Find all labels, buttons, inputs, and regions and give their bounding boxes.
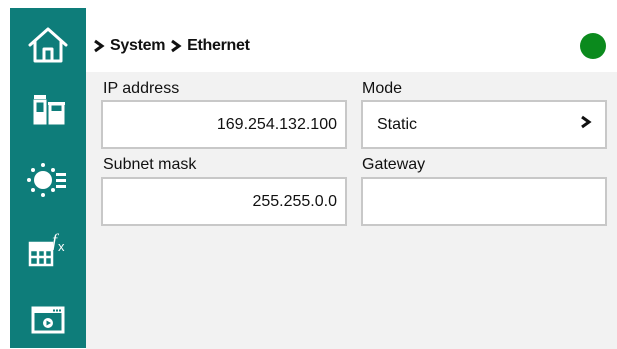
sidebar: f x <box>10 8 86 348</box>
ip-address-value: 169.254.132.100 <box>216 115 337 133</box>
breadcrumb: System Ethernet <box>92 35 250 57</box>
sidebar-item-home[interactable] <box>10 16 86 74</box>
breadcrumb-item-ethernet: Ethernet <box>187 37 250 54</box>
sidebar-item-devices[interactable] <box>10 81 86 139</box>
formula-table-icon: f x <box>26 229 70 269</box>
svg-text:x: x <box>58 239 65 254</box>
sun-settings-icon <box>26 160 70 200</box>
chevron-right-icon <box>579 115 593 134</box>
sidebar-item-media[interactable] <box>10 290 86 348</box>
gateway-field[interactable] <box>361 177 607 226</box>
header-bar: System Ethernet <box>86 8 617 72</box>
chevron-right-icon <box>169 39 183 53</box>
mode-select[interactable]: Static <box>361 100 607 149</box>
breadcrumb-item-system[interactable]: System <box>110 37 165 55</box>
devices-icon <box>28 90 68 130</box>
ip-address-label: IP address <box>103 80 180 97</box>
sidebar-item-settings[interactable] <box>10 151 86 209</box>
sidebar-item-formula[interactable]: f x <box>10 220 86 278</box>
ip-address-field[interactable]: 169.254.132.100 <box>101 100 347 149</box>
chevron-right-icon <box>92 39 106 53</box>
gateway-label: Gateway <box>362 156 426 173</box>
subnet-mask-field[interactable]: 255.255.0.0 <box>101 177 347 226</box>
subnet-mask-label: Subnet mask <box>103 156 197 173</box>
status-indicator <box>580 33 606 59</box>
home-icon <box>26 25 70 65</box>
mode-value: Static <box>377 115 418 133</box>
media-window-icon <box>28 299 68 339</box>
mode-label: Mode <box>362 80 403 97</box>
subnet-mask-value: 255.255.0.0 <box>252 192 337 210</box>
main-panel: System Ethernet IP address 169.254.132.1… <box>86 8 617 349</box>
